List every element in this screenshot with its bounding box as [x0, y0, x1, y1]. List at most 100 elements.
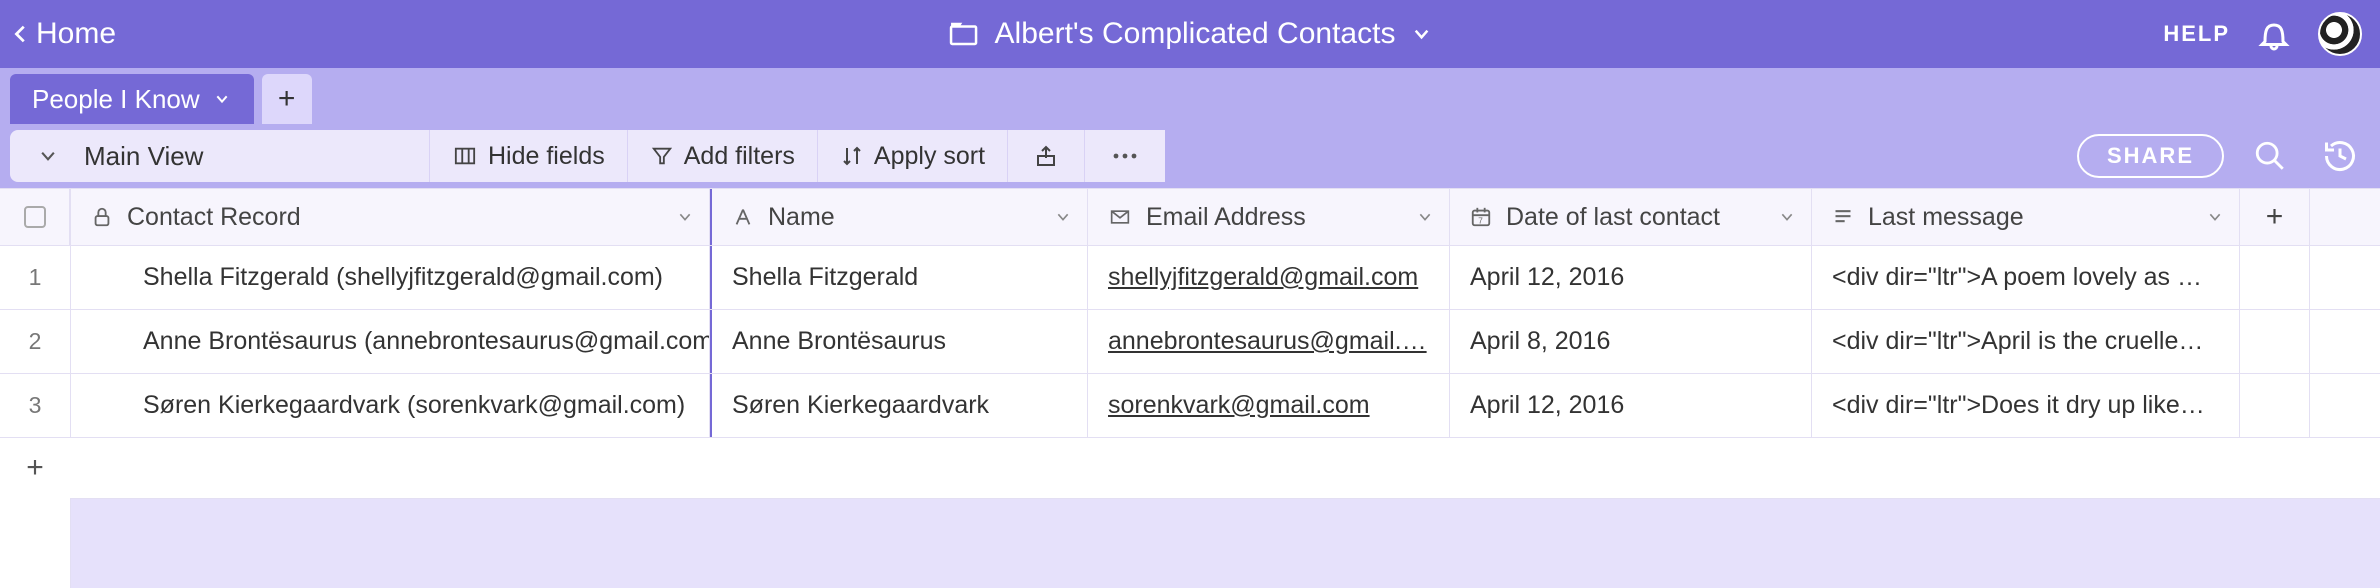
data-grid: Contact Record Name Email Address	[0, 188, 2380, 588]
paragraph-icon	[1832, 207, 1854, 227]
cell-date[interactable]: April 12, 2016	[1450, 374, 1812, 437]
base-name: Albert's Complicated Contacts	[995, 17, 1396, 51]
column-header-record[interactable]: Contact Record	[70, 189, 710, 245]
ellipsis-icon	[1111, 151, 1139, 161]
select-all-cell[interactable]	[0, 189, 70, 245]
share-button[interactable]: SHARE	[2077, 134, 2224, 178]
column-header-date[interactable]: 7 Date of last contact	[1450, 189, 1812, 245]
history-button[interactable]	[2316, 132, 2364, 180]
cell-record[interactable]: Søren Kierkegaardvark (sorenkvark@gmail.…	[70, 374, 710, 437]
view-toolbar: Main View Hide fields Add filters Apply …	[0, 124, 2380, 188]
home-link[interactable]: Home	[10, 17, 116, 51]
cell-date[interactable]: April 12, 2016	[1450, 246, 1812, 309]
filter-icon	[650, 145, 674, 167]
add-filters-label: Add filters	[684, 142, 795, 171]
sort-icon	[840, 144, 864, 168]
topnav-right: HELP	[2163, 12, 2362, 56]
column-label: Last message	[1868, 203, 2024, 232]
table-row[interactable]: 2 Anne Brontësaurus (annebrontesaurus@gm…	[0, 310, 2380, 374]
email-link[interactable]: sorenkvark@gmail.com	[1108, 391, 1370, 420]
table-row[interactable]: 3 Søren Kierkegaardvark (sorenkvark@gmai…	[0, 374, 2380, 438]
more-options-button[interactable]	[1085, 130, 1165, 182]
add-row-button[interactable]: +	[0, 438, 70, 498]
empty-grid-area	[70, 498, 2380, 588]
cell-record[interactable]: Shella Fitzgerald (shellyjfitzgerald@gma…	[70, 246, 710, 309]
table-row[interactable]: 1 Shella Fitzgerald (shellyjfitzgerald@g…	[0, 246, 2380, 310]
column-label: Name	[768, 203, 835, 232]
cell-email[interactable]: annebrontesaurus@gmail.…	[1088, 310, 1450, 373]
toolbar-center-group: Hide fields Add filters Apply sort	[430, 130, 1165, 182]
cell-name[interactable]: Shella Fitzgerald	[710, 246, 1088, 309]
chevron-down-icon	[1777, 203, 1797, 232]
cell-name[interactable]: Anne Brontësaurus	[710, 310, 1088, 373]
apply-sort-button[interactable]: Apply sort	[818, 130, 1008, 182]
column-header-name[interactable]: Name	[710, 189, 1088, 245]
add-column-button[interactable]: +	[2240, 189, 2310, 245]
cell-date[interactable]: April 8, 2016	[1450, 310, 1812, 373]
tab-active[interactable]: People I Know	[10, 74, 254, 124]
add-row: +	[0, 438, 2380, 498]
columns-icon	[452, 145, 478, 167]
folder-icon	[947, 19, 981, 49]
chevron-down-icon	[1053, 203, 1073, 232]
grid-header: Contact Record Name Email Address	[0, 188, 2380, 246]
lock-icon	[91, 205, 113, 229]
cell-email[interactable]: sorenkvark@gmail.com	[1088, 374, 1450, 437]
share-label: SHARE	[2107, 143, 2194, 169]
cell-message[interactable]: <div dir="ltr">A poem lovely as …	[1812, 246, 2240, 309]
hide-fields-label: Hide fields	[488, 142, 605, 171]
column-header-message[interactable]: Last message	[1812, 189, 2240, 245]
chevron-down-icon	[2205, 203, 2225, 232]
view-name: Main View	[84, 141, 203, 172]
row-number: 3	[0, 374, 70, 437]
cell-empty	[2240, 310, 2310, 373]
base-switcher[interactable]: Albert's Complicated Contacts	[947, 17, 1434, 51]
cell-message[interactable]: <div dir="ltr">Does it dry up like…	[1812, 374, 2240, 437]
help-link[interactable]: HELP	[2163, 21, 2230, 47]
column-label: Date of last contact	[1506, 203, 1720, 232]
avatar[interactable]	[2318, 12, 2362, 56]
chevron-down-icon	[212, 91, 232, 107]
chevron-down-icon	[1415, 203, 1435, 232]
export-icon	[1034, 143, 1058, 169]
add-filters-button[interactable]: Add filters	[628, 130, 818, 182]
column-label: Contact Record	[127, 203, 301, 232]
envelope-icon	[1108, 207, 1132, 227]
checkbox-icon	[24, 206, 46, 228]
hide-fields-button[interactable]: Hide fields	[430, 130, 628, 182]
cell-empty	[2240, 246, 2310, 309]
row-number: 2	[0, 310, 70, 373]
chevron-down-icon	[36, 146, 60, 166]
search-icon	[2253, 139, 2287, 173]
chevron-left-icon	[10, 19, 32, 49]
column-header-email[interactable]: Email Address	[1088, 189, 1450, 245]
plus-icon: +	[26, 451, 44, 485]
email-link[interactable]: shellyjfitzgerald@gmail.com	[1108, 263, 1418, 292]
search-button[interactable]	[2246, 132, 2294, 180]
toolbar-right: SHARE	[2077, 132, 2364, 180]
table-tabs: People I Know +	[0, 68, 2380, 124]
cell-name[interactable]: Søren Kierkegaardvark	[710, 374, 1088, 437]
text-icon	[732, 206, 754, 228]
cell-empty	[2240, 374, 2310, 437]
home-label: Home	[36, 17, 116, 51]
plus-icon: +	[2266, 200, 2284, 234]
plus-icon: +	[278, 82, 296, 116]
view-switcher[interactable]: Main View	[10, 130, 430, 182]
svg-text:7: 7	[1478, 216, 1483, 225]
chevron-down-icon	[1409, 24, 1433, 44]
row-number: 1	[0, 246, 70, 309]
share-view-button[interactable]	[1008, 130, 1085, 182]
add-table-button[interactable]: +	[262, 74, 312, 124]
column-label: Email Address	[1146, 203, 1306, 232]
bell-icon[interactable]	[2256, 16, 2292, 52]
calendar-icon: 7	[1470, 206, 1492, 228]
apply-sort-label: Apply sort	[874, 142, 985, 171]
cell-record[interactable]: Anne Brontësaurus (annebrontesaurus@gmai…	[70, 310, 710, 373]
email-link[interactable]: annebrontesaurus@gmail.…	[1108, 327, 1427, 356]
cell-message[interactable]: <div dir="ltr">April is the cruelle…	[1812, 310, 2240, 373]
cell-email[interactable]: shellyjfitzgerald@gmail.com	[1088, 246, 1450, 309]
history-icon	[2322, 138, 2358, 174]
tab-label: People I Know	[32, 84, 200, 115]
top-nav: Home Albert's Complicated Contacts HELP	[0, 0, 2380, 68]
